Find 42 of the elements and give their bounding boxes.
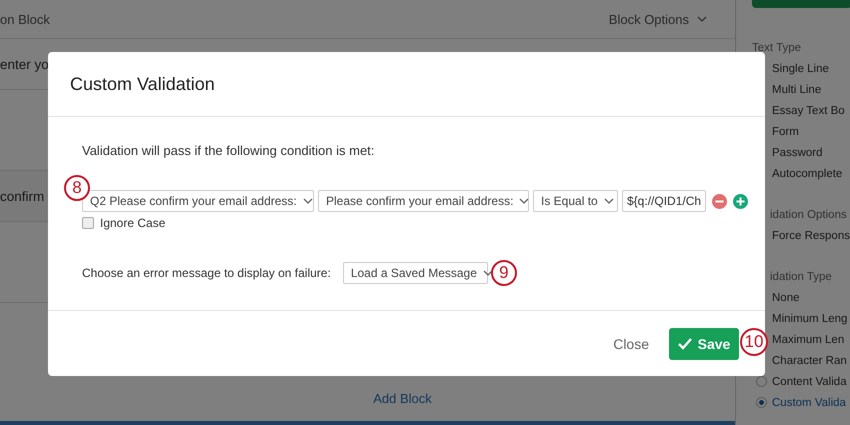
radio-button[interactable] bbox=[756, 397, 767, 408]
callout-number: 10 bbox=[740, 328, 768, 356]
option-label: Force Respons bbox=[772, 230, 850, 242]
operator-dropdown[interactable]: Is Equal to bbox=[533, 190, 618, 212]
section-heading: idation Type bbox=[769, 271, 833, 283]
block-options-button[interactable]: Block Options bbox=[608, 12, 707, 26]
add-icon[interactable] bbox=[733, 194, 748, 208]
instruction-text: Validation will pass if the following condition is met: bbox=[82, 143, 376, 158]
option-label: Character Ran bbox=[772, 354, 847, 366]
question-text: confirm bbox=[0, 188, 44, 204]
chevron-icon bbox=[482, 270, 493, 276]
section-heading: Text Type bbox=[752, 42, 802, 54]
option-label: None bbox=[772, 292, 800, 304]
checkbox-label: Ignore Case bbox=[100, 216, 166, 230]
option-label: Form bbox=[772, 126, 799, 138]
close-button[interactable]: Close bbox=[613, 336, 649, 352]
value-input[interactable]: ${q://QID1/Ch bbox=[622, 190, 706, 212]
option-label: Single Line bbox=[772, 62, 829, 74]
option-label: Maximum Len bbox=[772, 334, 844, 346]
chevron-icon bbox=[697, 16, 707, 22]
remove-icon[interactable] bbox=[712, 194, 728, 208]
field-dropdown[interactable]: Please confirm your email address: bbox=[318, 190, 529, 212]
question-text: enter yo bbox=[0, 56, 49, 72]
option-label: Essay Text Bo bbox=[772, 104, 845, 116]
question-dropdown[interactable]: Q2 Please confirm your email address: bbox=[82, 190, 314, 212]
section-heading: idation Options bbox=[769, 209, 848, 221]
option-label: Minimum Leng bbox=[772, 312, 848, 324]
block-title: on Block bbox=[0, 12, 50, 26]
callout-number: 8 bbox=[64, 175, 90, 201]
chevron-icon bbox=[519, 198, 530, 204]
option-label: Autocomplete bbox=[772, 168, 842, 180]
checkbox[interactable] bbox=[82, 217, 94, 229]
checkmark-icon bbox=[678, 338, 692, 350]
dialog-title: Custom Validation bbox=[48, 52, 765, 117]
chevron-icon bbox=[604, 198, 614, 204]
option-label: Custom Valida bbox=[772, 396, 846, 408]
option-label: Content Valida bbox=[772, 376, 847, 388]
option-label: Multi Line bbox=[772, 84, 822, 96]
chevron-icon bbox=[302, 198, 313, 204]
error-message-label: Choose an error message to display on failure: bbox=[82, 266, 331, 280]
callout-number: 9 bbox=[490, 260, 517, 286]
option-label: Password bbox=[772, 146, 822, 158]
